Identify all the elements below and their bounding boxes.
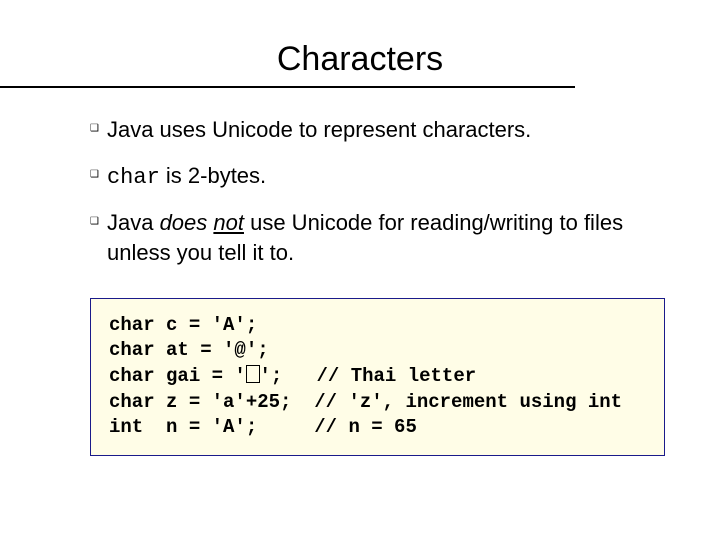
bullet-text: char is 2-bytes. <box>107 161 665 193</box>
code-line: char at = '@'; <box>109 339 269 361</box>
text-italic: does <box>160 210 214 235</box>
page-title: Characters <box>55 40 665 79</box>
tofu-glyph-icon <box>246 365 260 383</box>
code-line-part: '; // Thai letter <box>260 365 477 387</box>
code-line: char z = 'a'+25; // 'z', increment using… <box>109 391 622 413</box>
code-word: char <box>107 165 160 190</box>
code-block: char c = 'A'; char at = '@'; char gai = … <box>90 298 665 456</box>
text: Java <box>107 210 160 235</box>
content-area: ❑ Java uses Unicode to represent charact… <box>55 115 665 456</box>
code-line-part: char gai = ' <box>109 365 246 387</box>
bullet-unicode: ❑ Java uses Unicode to represent charact… <box>90 115 665 145</box>
bullet-square-icon: ❑ <box>90 170 99 180</box>
bullet-text: Java does not use Unicode for reading/wr… <box>107 208 665 267</box>
bullet-file-io: ❑ Java does not use Unicode for reading/… <box>90 208 665 267</box>
text-italic-underline: not <box>213 210 244 235</box>
slide: Characters ❑ Java uses Unicode to repres… <box>0 0 720 540</box>
text: is 2-bytes. <box>160 163 266 188</box>
bullet-text: Java uses Unicode to represent character… <box>107 115 665 145</box>
title-rule <box>0 86 575 88</box>
code-line: int n = 'A'; // n = 65 <box>109 416 417 438</box>
bullet-char-size: ❑ char is 2-bytes. <box>90 161 665 193</box>
code-line: char c = 'A'; <box>109 314 257 336</box>
bullet-square-icon: ❑ <box>90 124 99 134</box>
bullet-square-icon: ❑ <box>90 217 99 227</box>
